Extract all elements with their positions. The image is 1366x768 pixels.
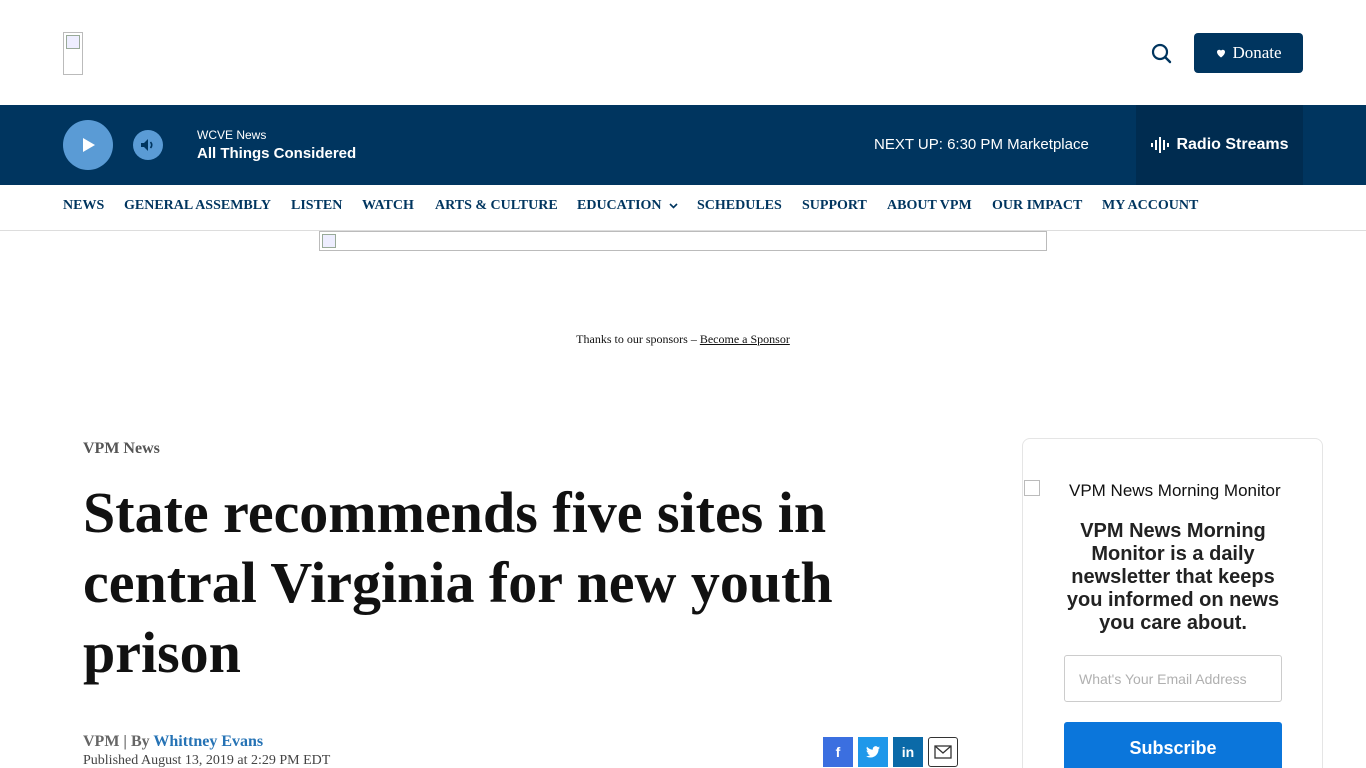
program-name: All Things Considered (197, 145, 357, 162)
subscribe-button[interactable]: Subscribe (1064, 722, 1282, 768)
search-button[interactable] (1148, 40, 1176, 68)
next-up: NEXT UP: 6:30 PM Marketplace (874, 136, 1089, 153)
share-twitter-button[interactable] (858, 737, 888, 767)
radio-streams-button[interactable]: Radio Streams (1136, 105, 1303, 185)
play-button[interactable] (63, 120, 113, 170)
nav-item-general-assembly[interactable]: GENERAL ASSEMBLY (124, 198, 271, 214)
audio-player-bar: WCVE News All Things Considered NEXT UP:… (0, 105, 1366, 185)
email-field[interactable] (1064, 655, 1282, 702)
email-icon (934, 745, 952, 759)
twitter-icon (866, 746, 880, 758)
sponsor-text: Thanks to our sponsors – (576, 332, 700, 346)
linkedin-icon: in (901, 744, 915, 760)
author-link[interactable]: Whittney Evans (153, 733, 263, 750)
main-nav: NEWS GENERAL ASSEMBLY LISTEN WATCH ARTS … (0, 185, 1366, 231)
byline-source: VPM | By (83, 733, 154, 750)
nav-item-support[interactable]: SUPPORT (802, 198, 867, 214)
chevron-down-icon (669, 203, 678, 209)
ad-banner[interactable] (319, 231, 1047, 251)
nav-item-our-impact[interactable]: OUR IMPACT (992, 198, 1082, 214)
nav-item-listen[interactable]: LISTEN (291, 198, 342, 214)
heart-icon (1217, 49, 1226, 58)
nav-item-education-label: EDUCATION (577, 198, 662, 213)
newsletter-image (1024, 480, 1040, 496)
nav-item-watch[interactable]: WATCH (362, 198, 414, 214)
play-icon (83, 138, 95, 152)
volume-button[interactable] (133, 130, 163, 160)
nav-item-about-vpm[interactable]: ABOUT VPM (887, 198, 972, 214)
donate-label: Donate (1232, 43, 1282, 62)
nav-item-news[interactable]: NEWS (63, 198, 104, 214)
byline: VPM | By Whittney Evans (83, 733, 263, 751)
sponsor-line: Thanks to our sponsors – Become a Sponso… (0, 332, 1366, 347)
donate-button[interactable]: Donate (1194, 33, 1303, 73)
audio-wave-icon (1151, 137, 1170, 153)
article-headline: State recommends five sites in central V… (83, 480, 833, 685)
publish-date: Published August 13, 2019 at 2:29 PM EDT (83, 753, 331, 768)
share-email-button[interactable] (928, 737, 958, 767)
article-section-link[interactable]: VPM News (83, 440, 160, 458)
share-facebook-button[interactable]: f (823, 737, 853, 767)
nav-item-my-account[interactable]: MY ACCOUNT (1102, 198, 1198, 214)
nav-item-schedules[interactable]: SCHEDULES (697, 198, 782, 214)
radio-streams-label: Radio Streams (1176, 136, 1289, 153)
search-icon (1151, 43, 1172, 64)
nav-item-education[interactable]: EDUCATION (577, 198, 678, 214)
nav-item-arts-culture[interactable]: ARTS & CULTURE (435, 198, 558, 214)
newsletter-image-alt: VPM News Morning Monitor (1069, 481, 1281, 500)
newsletter-description: VPM News Morning Monitor is a daily news… (1066, 520, 1280, 634)
site-header: Donate (0, 0, 1366, 105)
become-sponsor-link[interactable]: Become a Sponsor (700, 332, 790, 346)
share-linkedin-button[interactable]: in (893, 737, 923, 767)
volume-icon (141, 139, 153, 151)
station-name: WCVE News (197, 128, 267, 142)
facebook-icon: f (835, 744, 841, 760)
site-logo[interactable] (63, 32, 83, 75)
